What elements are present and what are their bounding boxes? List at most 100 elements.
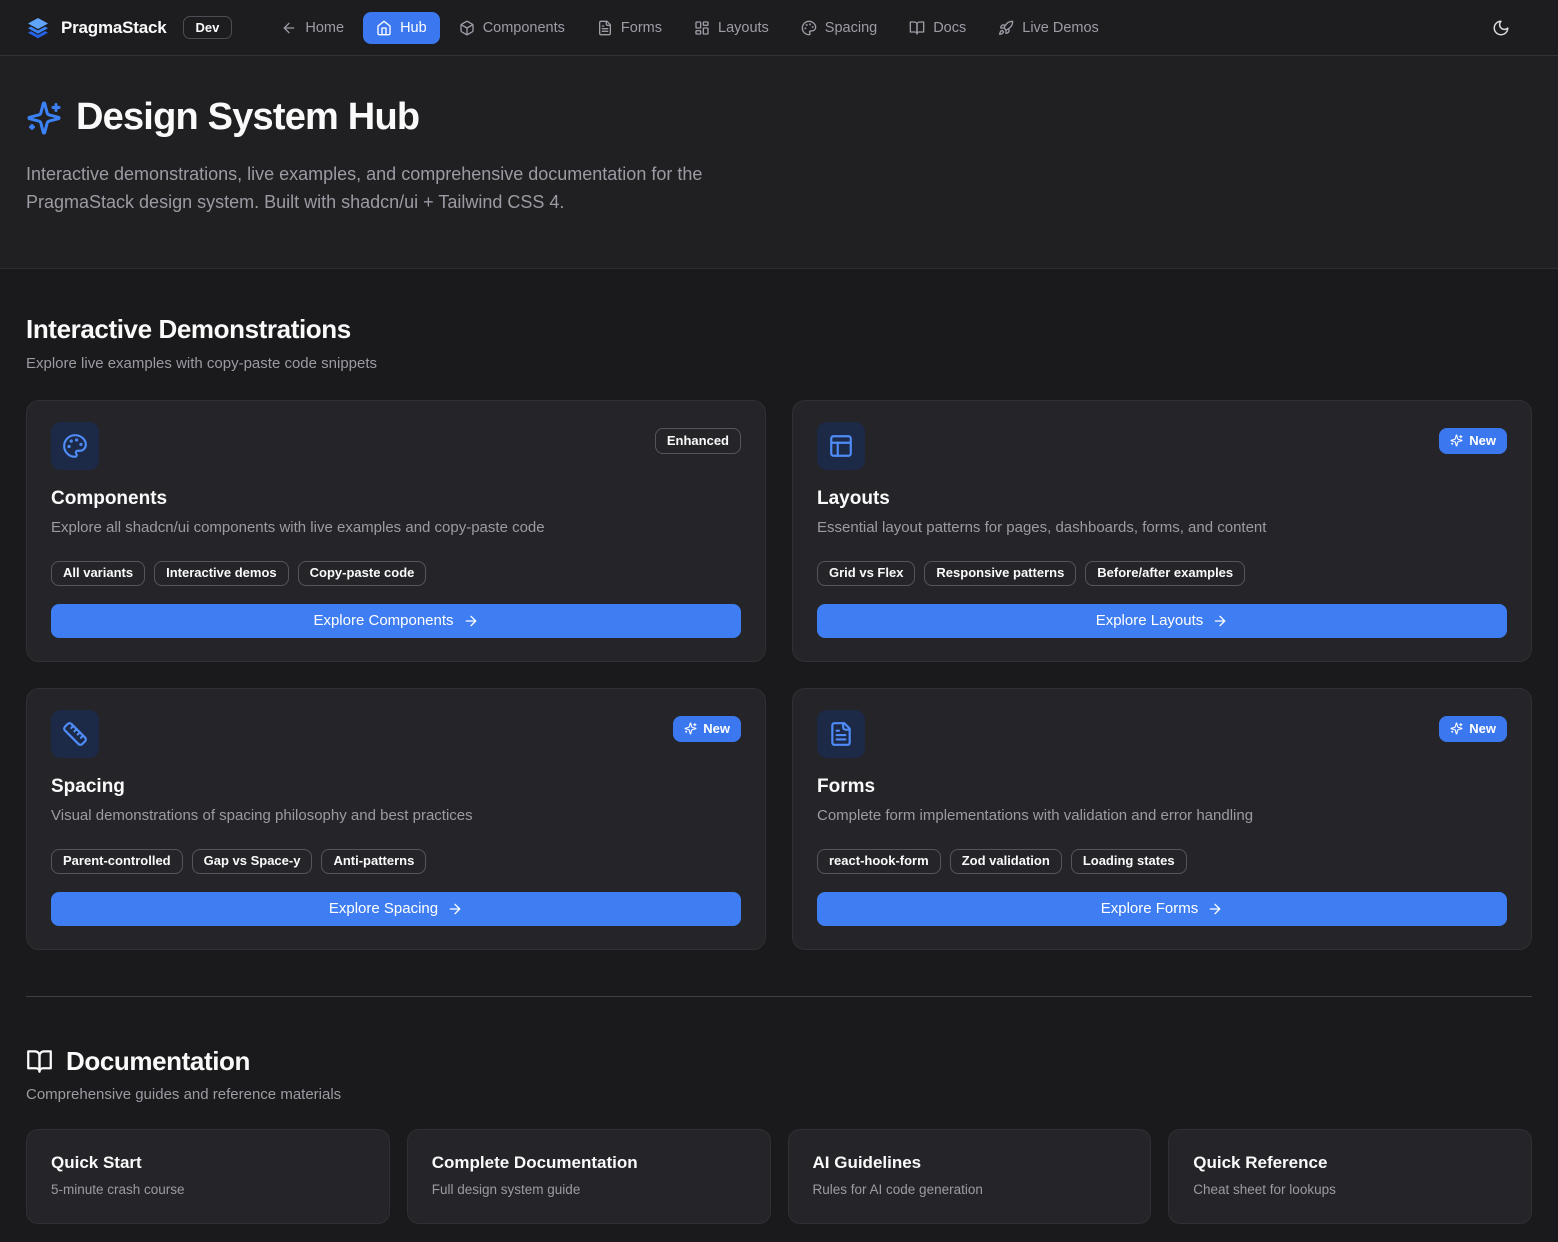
home-icon xyxy=(376,20,392,36)
card-layouts[interactable]: New Layouts Essential layout patterns fo… xyxy=(792,400,1532,662)
arrow-right-icon xyxy=(1212,613,1228,629)
tag: Responsive patterns xyxy=(924,561,1076,586)
package-icon xyxy=(459,20,475,36)
nav-item-label: Live Demos xyxy=(1022,20,1099,36)
nav-item-live-demos[interactable]: Live Demos xyxy=(985,12,1112,44)
arrow-right-icon xyxy=(463,613,479,629)
nav-item-spacing[interactable]: Spacing xyxy=(788,12,890,44)
layout-dashboard-icon xyxy=(694,20,710,36)
tag: Before/after examples xyxy=(1085,561,1245,586)
tag: Parent-controlled xyxy=(51,849,183,874)
arrow-left-icon xyxy=(281,20,297,36)
card-title: Components xyxy=(51,488,741,510)
card-forms[interactable]: New Forms Complete form implementations … xyxy=(792,688,1532,950)
enhanced-badge: Enhanced xyxy=(655,428,741,454)
docs-heading: Documentation xyxy=(66,1047,250,1077)
ruler-icon xyxy=(62,721,88,747)
badge-label: New xyxy=(703,721,730,737)
tag: Gap vs Space-y xyxy=(192,849,313,874)
tag: Copy-paste code xyxy=(298,561,427,586)
file-text-icon xyxy=(597,20,613,36)
button-label: Explore Spacing xyxy=(329,900,438,917)
nav-item-docs[interactable]: Docs xyxy=(896,12,979,44)
doc-card-complete-documentation[interactable]: Complete Documentation Full design syste… xyxy=(407,1129,771,1224)
nav-item-label: Components xyxy=(483,20,565,36)
explore-forms-button[interactable]: Explore Forms xyxy=(817,892,1507,926)
button-label: Explore Layouts xyxy=(1096,612,1204,629)
sparkles-icon xyxy=(26,100,62,136)
nav-item-home[interactable]: Home xyxy=(268,12,357,44)
card-icon-box xyxy=(817,422,865,470)
book-open-icon xyxy=(909,20,925,36)
page-subtitle: Interactive demonstrations, live example… xyxy=(26,160,774,216)
tag: Interactive demos xyxy=(154,561,289,586)
doc-cards-grid: Quick Start 5-minute crash course Comple… xyxy=(26,1129,1532,1224)
explore-components-button[interactable]: Explore Components xyxy=(51,604,741,638)
explore-spacing-button[interactable]: Explore Spacing xyxy=(51,892,741,926)
tag: Loading states xyxy=(1071,849,1187,874)
doc-card-description: 5-minute crash course xyxy=(51,1182,365,1197)
doc-card-quick-reference[interactable]: Quick Reference Cheat sheet for lookups xyxy=(1168,1129,1532,1224)
tag: Anti-patterns xyxy=(321,849,426,874)
tag: Grid vs Flex xyxy=(817,561,915,586)
new-badge: New xyxy=(1439,716,1507,742)
doc-card-title: Quick Reference xyxy=(1193,1153,1507,1173)
demo-cards-grid: Enhanced Components Explore all shadcn/u… xyxy=(26,400,1532,950)
card-title: Forms xyxy=(817,776,1507,798)
nav-items: Home Hub Components Forms Layouts Spacin… xyxy=(268,12,1111,44)
docs-subheading: Comprehensive guides and reference mater… xyxy=(26,1086,1532,1103)
nav-item-hub[interactable]: Hub xyxy=(363,12,440,44)
doc-card-description: Rules for AI code generation xyxy=(813,1182,1127,1197)
badge-label: New xyxy=(1469,721,1496,737)
nav-item-label: Hub xyxy=(400,20,427,36)
palette-icon xyxy=(62,433,88,459)
nav-item-label: Home xyxy=(305,20,344,36)
card-icon-box xyxy=(51,710,99,758)
card-tags: react-hook-form Zod validation Loading s… xyxy=(817,849,1507,874)
explore-layouts-button[interactable]: Explore Layouts xyxy=(817,604,1507,638)
arrow-right-icon xyxy=(447,901,463,917)
nav-item-forms[interactable]: Forms xyxy=(584,12,675,44)
brand-name: PragmaStack xyxy=(61,18,167,38)
env-badge: Dev xyxy=(183,16,233,39)
main-content: Interactive Demonstrations Explore live … xyxy=(0,269,1558,1242)
demos-subheading: Explore live examples with copy-paste co… xyxy=(26,355,1532,372)
page-title: Design System Hub xyxy=(76,96,419,140)
new-badge: New xyxy=(673,716,741,742)
doc-card-description: Cheat sheet for lookups xyxy=(1193,1182,1507,1197)
button-label: Explore Components xyxy=(313,612,453,629)
new-badge: New xyxy=(1439,428,1507,454)
card-icon-box xyxy=(817,710,865,758)
docs-section: Documentation Comprehensive guides and r… xyxy=(26,997,1532,1225)
card-tags: Grid vs Flex Responsive patterns Before/… xyxy=(817,561,1507,586)
nav-item-components[interactable]: Components xyxy=(446,12,578,44)
demos-section: Interactive Demonstrations Explore live … xyxy=(26,269,1532,950)
card-spacing[interactable]: New Spacing Visual demonstrations of spa… xyxy=(26,688,766,950)
nav-item-label: Forms xyxy=(621,20,662,36)
layers-icon xyxy=(26,16,50,40)
tag: All variants xyxy=(51,561,145,586)
doc-card-title: AI Guidelines xyxy=(813,1153,1127,1173)
card-tags: Parent-controlled Gap vs Space-y Anti-pa… xyxy=(51,849,741,874)
doc-card-description: Full design system guide xyxy=(432,1182,746,1197)
card-components[interactable]: Enhanced Components Explore all shadcn/u… xyxy=(26,400,766,662)
tag: react-hook-form xyxy=(817,849,941,874)
button-label: Explore Forms xyxy=(1101,900,1199,917)
card-description: Complete form implementations with valid… xyxy=(817,807,1507,824)
panels-top-left-icon xyxy=(828,433,854,459)
nav-item-label: Docs xyxy=(933,20,966,36)
tag: Zod validation xyxy=(950,849,1062,874)
card-description: Visual demonstrations of spacing philoso… xyxy=(51,807,741,824)
card-description: Explore all shadcn/ui components with li… xyxy=(51,519,741,536)
hero-section: Design System Hub Interactive demonstrat… xyxy=(0,56,1558,269)
doc-card-ai-guidelines[interactable]: AI Guidelines Rules for AI code generati… xyxy=(788,1129,1152,1224)
sparkles-icon xyxy=(684,722,697,735)
top-nav-bar: PragmaStack Dev Home Hub Components Form… xyxy=(0,0,1558,56)
card-icon-box xyxy=(51,422,99,470)
card-title: Layouts xyxy=(817,488,1507,510)
brand[interactable]: PragmaStack xyxy=(26,16,167,40)
nav-item-layouts[interactable]: Layouts xyxy=(681,12,782,44)
theme-toggle-button[interactable] xyxy=(1484,11,1518,45)
doc-card-quick-start[interactable]: Quick Start 5-minute crash course xyxy=(26,1129,390,1224)
arrow-right-icon xyxy=(1207,901,1223,917)
